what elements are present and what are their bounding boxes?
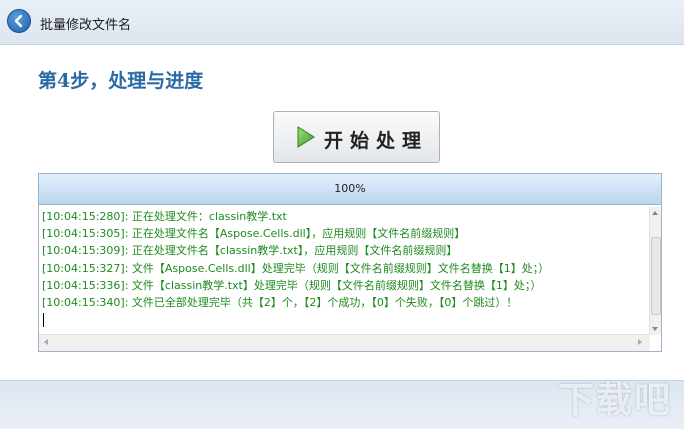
log-line: [10:04:15:280]: 正在处理文件：classin教学.txt (42, 210, 287, 223)
log-line: [10:04:15:340]: 文件已全部处理完毕（共【2】个，【2】个成功，【… (42, 296, 518, 310)
progress-percent: 100% (334, 182, 366, 195)
log-textarea[interactable]: [10:04:15:280]: 正在处理文件：classin教学.txt [10… (40, 208, 649, 335)
step-title: 第4步，处理与进度 (38, 70, 204, 92)
log-line: [10:04:15:327]: 文件【Aspose.Cells.dll】处理完毕… (42, 261, 550, 275)
site-watermark: 下载吧 (557, 380, 672, 421)
scroll-thumb[interactable] (651, 237, 661, 315)
log-line: [10:04:15:336]: 文件【classin教学.txt】处理完毕（规则… (42, 278, 542, 292)
footer-bar: 下载吧 (0, 380, 684, 429)
vertical-scrollbar[interactable] (649, 207, 661, 335)
start-processing-label: 开始处理 (324, 130, 429, 152)
progress-log-panel: 100% [10:04:15:280]: 正在处理文件：classin教学.tx… (38, 173, 662, 352)
scroll-left-icon[interactable] (44, 339, 48, 345)
window-title: 批量修改文件名 (40, 18, 132, 33)
log-line: [10:04:15:309]: 正在处理文件名【classin教学.txt】，应… (42, 244, 458, 258)
start-processing-button[interactable]: 开始处理 (273, 111, 440, 163)
back-arrow-icon[interactable] (7, 9, 31, 33)
text-caret (43, 313, 44, 328)
log-line: [10:04:15:305]: 正在处理文件名【Aspose.Cells.dll… (42, 227, 466, 241)
scroll-down-icon[interactable] (652, 327, 658, 331)
scroll-right-icon[interactable] (638, 339, 642, 345)
scroll-up-icon[interactable] (652, 211, 658, 215)
horizontal-scrollbar[interactable] (39, 334, 650, 351)
play-icon (297, 126, 315, 148)
progress-bar: 100% (39, 174, 661, 205)
title-bar: 批量修改文件名 (0, 0, 684, 45)
